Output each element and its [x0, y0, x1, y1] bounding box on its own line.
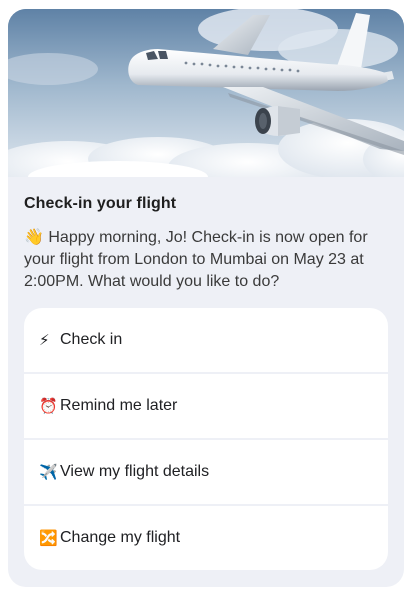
option-label: Check in — [60, 331, 123, 348]
remind-me-later-button[interactable]: ⏰ Remind me later — [24, 374, 388, 438]
view-flight-details-button[interactable]: ✈️ View my flight details — [24, 440, 388, 504]
suggestion-list: ⚡ Check in ⏰ Remind me later ✈️ View my … — [24, 308, 388, 570]
alarm-clock-icon: ⏰ — [39, 397, 58, 415]
option-label: View my flight details — [60, 463, 210, 480]
waving-hand-icon: 👋 — [24, 229, 44, 246]
airplane-icon: ✈️ — [39, 463, 58, 481]
airplane-illustration — [8, 9, 404, 177]
card-message: 👋 Happy morning, Jo! Check-in is now ope… — [24, 227, 384, 293]
card-title: Check-in your flight — [24, 195, 177, 212]
option-label: Remind me later — [60, 397, 178, 414]
check-in-button[interactable]: ⚡ Check in — [24, 308, 388, 372]
change-flight-button[interactable]: 🔀 Change my flight — [24, 506, 388, 570]
option-label: Change my flight — [60, 529, 181, 546]
shuffle-icon: 🔀 — [39, 529, 58, 547]
hero-airplane-image — [8, 9, 404, 177]
flight-checkin-card: Check-in your flight 👋 Happy morning, Jo… — [8, 9, 404, 587]
lightning-icon: ⚡ — [39, 331, 50, 349]
card-message-text: Happy morning, Jo! Check-in is now open … — [24, 229, 368, 290]
